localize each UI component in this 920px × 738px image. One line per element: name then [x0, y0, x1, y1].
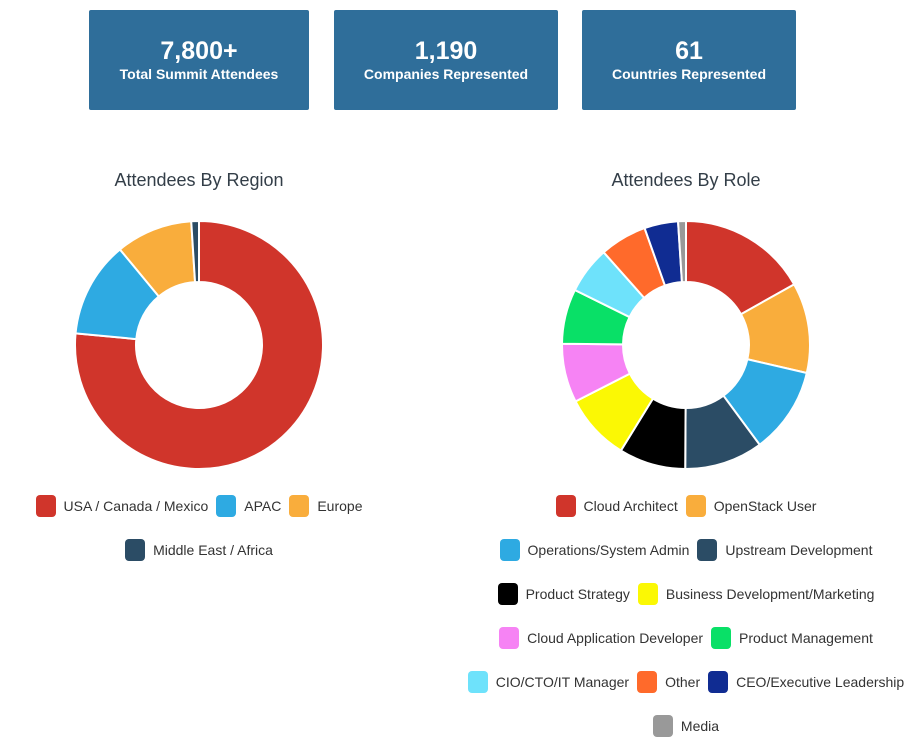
- legend-item-ceo-executive-leadership[interactable]: CEO/Executive Leadership: [708, 670, 904, 694]
- legend-item-cio-cto-it-manager[interactable]: CIO/CTO/IT Manager: [467, 670, 630, 694]
- legend-item-apac[interactable]: APAC: [216, 494, 281, 518]
- stat-card-companies: 1,190 Companies Represented: [334, 10, 558, 110]
- legend-item-cloud-architect[interactable]: Cloud Architect: [555, 494, 678, 518]
- legend-label: OpenStack User: [713, 498, 817, 514]
- legend-swatch: [289, 495, 310, 517]
- legend-item-operations-system-admin[interactable]: Operations/System Admin: [499, 538, 690, 562]
- stat-card-countries: 61 Countries Represented: [582, 10, 796, 110]
- legend-swatch: [216, 495, 237, 517]
- legend-label: APAC: [244, 498, 282, 514]
- legend-item-usa-canada-mexico[interactable]: USA / Canada / Mexico: [35, 494, 209, 518]
- legend-label: Other: [665, 674, 701, 690]
- stat-value: 1,190: [414, 37, 478, 65]
- legend-label: Upstream Development: [725, 542, 873, 558]
- region-chart-title: Attendees By Region: [114, 170, 284, 190]
- legend-item-other[interactable]: Other: [637, 670, 700, 694]
- legend-label: Cloud Application Developer: [527, 630, 704, 646]
- stat-card-attendees: 7,800+ Total Summit Attendees: [89, 10, 309, 110]
- legend-label: CIO/CTO/IT Manager: [495, 674, 630, 690]
- legend-item-openstack-user[interactable]: OpenStack User: [685, 494, 817, 518]
- legend-item-media[interactable]: Media: [652, 714, 720, 738]
- legend-item-product-strategy[interactable]: Product Strategy: [497, 582, 630, 606]
- legend-swatch: [499, 539, 520, 561]
- stat-label: Total Summit Attendees: [119, 66, 279, 82]
- legend-item-business-development-marketing[interactable]: Business Development/Marketing: [637, 582, 875, 606]
- region-donut-chart: [74, 220, 324, 470]
- legend-item-upstream-development[interactable]: Upstream Development: [697, 538, 872, 562]
- legend-swatch: [652, 715, 673, 737]
- legend-swatch: [697, 539, 718, 561]
- legend-swatch: [35, 495, 56, 517]
- legend-swatch: [711, 627, 732, 649]
- legend-swatch: [685, 495, 706, 517]
- legend-label: USA / Canada / Mexico: [63, 498, 209, 514]
- legend-swatch: [637, 671, 658, 693]
- legend-swatch: [708, 671, 729, 693]
- legend-swatch: [497, 583, 518, 605]
- legend-label: Product Management: [739, 630, 873, 646]
- role-legend: Cloud Architect OpenStack User Operations/…: [455, 494, 917, 738]
- stat-label: Countries Represented: [611, 66, 767, 82]
- role-donut-chart: [561, 220, 811, 470]
- legend-label: Cloud Architect: [583, 498, 678, 514]
- legend-label: Product Strategy: [525, 586, 630, 602]
- legend-item-cloud-application-developer[interactable]: Cloud Application Developer: [499, 626, 703, 650]
- legend-label: Middle East / Africa: [153, 542, 273, 558]
- stat-value: 7,800+: [160, 37, 238, 65]
- legend-item-product-management[interactable]: Product Management: [711, 626, 873, 650]
- stat-label: Companies Represented: [363, 66, 529, 82]
- legend-swatch: [467, 671, 488, 693]
- legend-label: Media: [680, 718, 720, 734]
- stat-value: 61: [675, 37, 703, 65]
- legend-label: Business Development/Marketing: [665, 586, 875, 602]
- legend-swatch: [125, 539, 146, 561]
- legend-item-middle-east-africa[interactable]: Middle East / Africa: [125, 538, 273, 562]
- legend-item-europe[interactable]: Europe: [289, 494, 363, 518]
- region-legend: USA / Canada / Mexico APAC Europe Middle Ea…: [10, 494, 388, 562]
- legend-swatch: [499, 627, 520, 649]
- legend-swatch: [637, 583, 658, 605]
- legend-label: CEO/Executive Leadership: [736, 674, 905, 690]
- role-chart-title: Attendees By Role: [611, 170, 761, 190]
- legend-swatch: [555, 495, 576, 517]
- legend-label: Operations/System Admin: [527, 542, 690, 558]
- legend-label: Europe: [317, 498, 363, 514]
